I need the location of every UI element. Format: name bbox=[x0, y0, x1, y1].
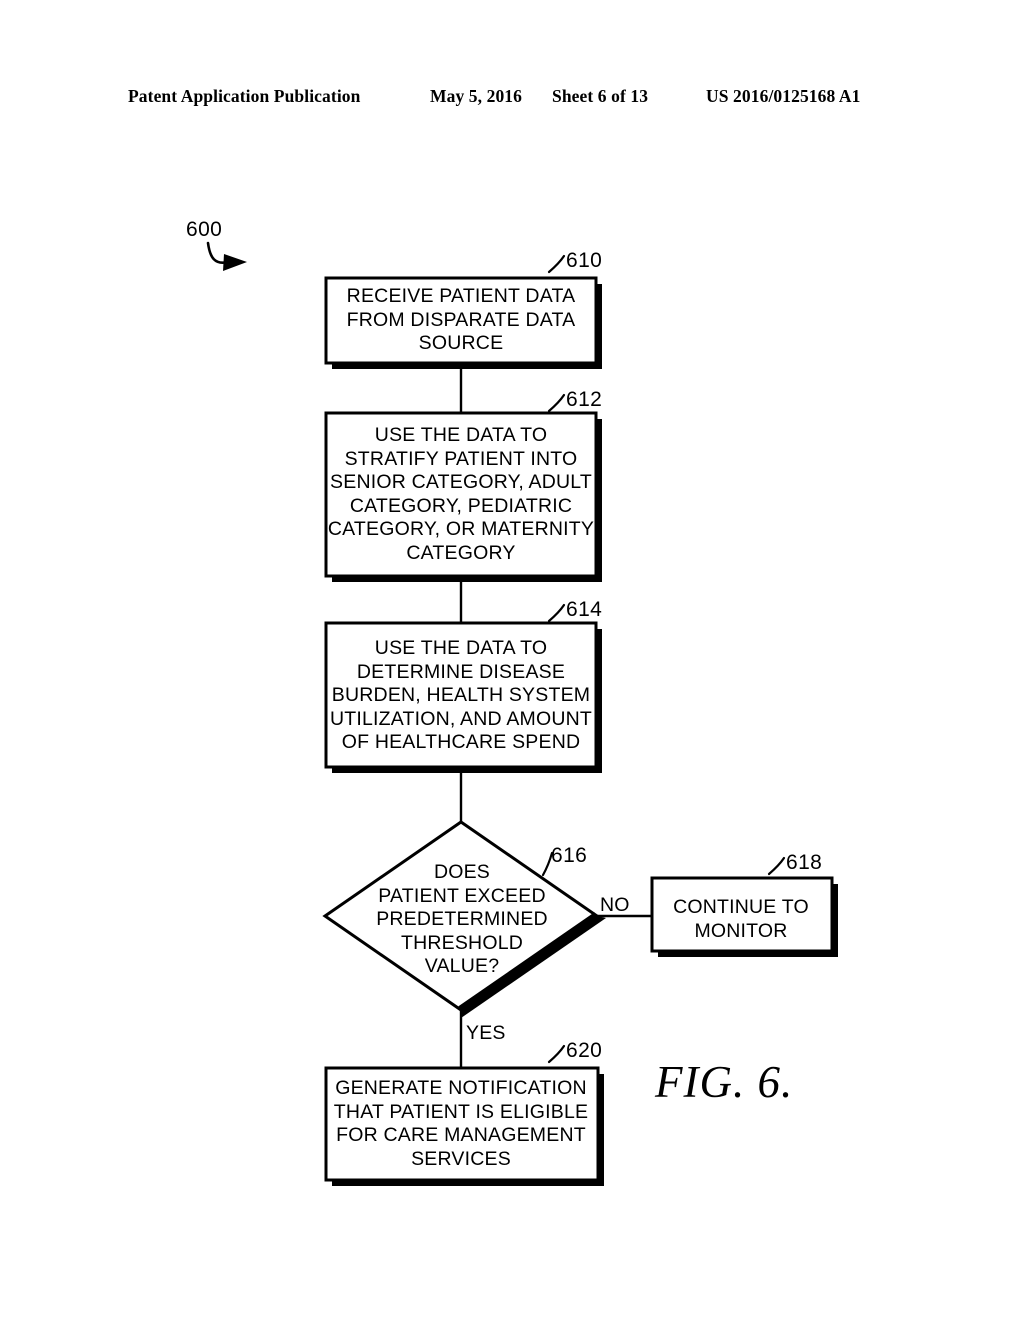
edge-label-yes: YES bbox=[466, 1022, 506, 1044]
reference-numeral-612: 612 bbox=[566, 388, 603, 411]
leader-line-614 bbox=[547, 603, 566, 623]
reference-numeral-614: 614 bbox=[566, 598, 603, 621]
figure-600-flowchart: RECEIVE PATIENT DATA FROM DISPARATE DATA… bbox=[0, 0, 1024, 1320]
reference-numeral-618: 618 bbox=[786, 851, 823, 874]
reference-numeral-616: 616 bbox=[551, 844, 588, 867]
flow-node-620-text: GENERATE NOTIFICATION THAT PATIENT IS EL… bbox=[333, 1077, 589, 1170]
reference-numeral-620: 620 bbox=[566, 1039, 603, 1062]
reference-numeral-610: 610 bbox=[566, 249, 603, 272]
reference-numeral-600: 600 bbox=[186, 218, 223, 241]
flow-node-612-text: USE THE DATA TO STRATIFY PATIENT INTO SE… bbox=[327, 424, 595, 564]
edge-label-no: NO bbox=[600, 894, 630, 916]
leader-line-612 bbox=[547, 393, 566, 413]
figure-caption: FIG. 6. bbox=[655, 1057, 794, 1107]
flow-node-618-text: CONTINUE TO MONITOR bbox=[673, 896, 809, 942]
flow-node-614-text: USE THE DATA TO DETERMINE DISEASE BURDEN… bbox=[329, 637, 593, 754]
leader-line-618 bbox=[767, 856, 786, 876]
flow-node-616-text: DOES PATIENT EXCEED PREDETERMINED THRESH… bbox=[376, 861, 548, 978]
leader-line-610 bbox=[547, 254, 566, 274]
diagram-ref-pointer-600 bbox=[206, 241, 247, 271]
leader-line-620 bbox=[547, 1044, 566, 1064]
flow-node-610-text: RECEIVE PATIENT DATA FROM DISPARATE DATA… bbox=[346, 285, 576, 355]
